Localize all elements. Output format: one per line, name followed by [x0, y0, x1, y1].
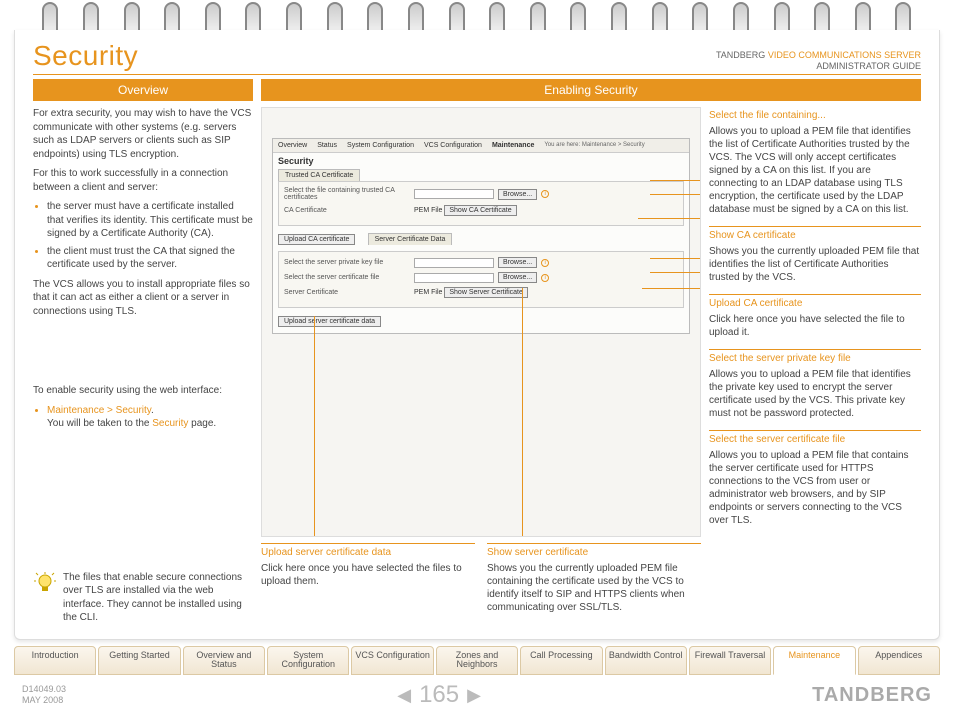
browse-button[interactable]: Browse... [498, 272, 537, 283]
upload-ca-button[interactable]: Upload CA certificate [278, 234, 355, 245]
upload-server-cert-button[interactable]: Upload server certificate data [278, 316, 381, 327]
show-ca-button[interactable]: Show CA Certificate [444, 205, 516, 216]
annot-upload-server-cert: Upload server certificate data Click her… [261, 543, 475, 614]
tab-vcs-config[interactable]: VCS Configuration [351, 646, 433, 676]
tab-appendices[interactable]: Appendices [858, 646, 940, 676]
tab-overview-status[interactable]: Overview and Status [183, 646, 265, 676]
browse-button[interactable]: Browse... [498, 257, 537, 268]
info-icon[interactable]: i [541, 190, 549, 198]
pager: ◀ 165 ▶ [397, 681, 481, 709]
overview-banner: Overview [33, 79, 253, 101]
annot-show-server-cert: Show server certificate Shows you the cu… [487, 543, 701, 614]
tab-firewall[interactable]: Firewall Traversal [689, 646, 771, 676]
nav-link-security-page[interactable]: Security [152, 418, 188, 429]
info-icon[interactable]: i [541, 274, 549, 282]
prev-page-arrow[interactable]: ◀ [397, 685, 411, 706]
page-title: Security [33, 40, 138, 72]
page-number: 165 [419, 681, 459, 709]
enabling-banner: Enabling Security [261, 79, 921, 101]
tab-bandwidth[interactable]: Bandwidth Control [605, 646, 687, 676]
tip-text: The files that enable secure connections… [63, 571, 253, 625]
info-icon[interactable]: i [541, 259, 549, 267]
tab-call-processing[interactable]: Call Processing [520, 646, 602, 676]
lightbulb-icon [33, 571, 57, 595]
annot-select-file: Select the file containing... Allows you… [709, 107, 921, 216]
annot-upload-ca: Upload CA certificate Click here once yo… [709, 294, 921, 339]
spiral-binding [0, 0, 954, 30]
browse-button[interactable]: Browse... [498, 189, 537, 200]
tab-zones[interactable]: Zones and Neighbors [436, 646, 518, 676]
footer-docinfo: D14049.03 MAY 2008 [22, 684, 66, 706]
bottom-nav-tabs: Introduction Getting Started Overview an… [14, 646, 940, 676]
doc-header-right: TANDBERG VIDEO COMMUNICATIONS SERVER ADM… [716, 50, 921, 72]
overview-body: For extra security, you may wish to have… [33, 107, 253, 625]
brand-logo: TANDBERG [812, 684, 932, 707]
tab-introduction[interactable]: Introduction [14, 646, 96, 676]
embedded-screenshot: Overview Status System Configuration VCS… [261, 107, 701, 537]
tab-getting-started[interactable]: Getting Started [98, 646, 180, 676]
annot-select-server-cert: Select the server certificate file Allow… [709, 430, 921, 527]
tab-maintenance[interactable]: Maintenance [773, 646, 855, 676]
nav-link-maintenance-security[interactable]: Maintenance > Security [47, 405, 151, 416]
annot-show-ca: Show CA certificate Shows you the curren… [709, 226, 921, 284]
annot-select-private-key: Select the server private key file Allow… [709, 349, 921, 420]
next-page-arrow[interactable]: ▶ [467, 685, 481, 706]
show-server-cert-button[interactable]: Show Server Certificate [444, 287, 528, 298]
tab-system-config[interactable]: System Configuration [267, 646, 349, 676]
